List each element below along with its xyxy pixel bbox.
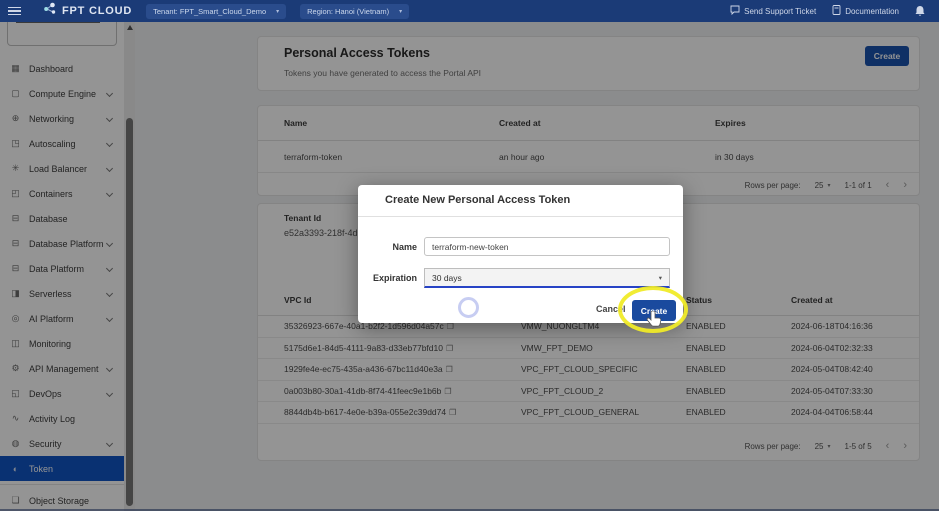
chevron-down-icon: ▾ xyxy=(276,8,279,15)
app-window: FPT CLOUD Tenant: FPT_Smart_Cloud_Demo ▾… xyxy=(0,0,939,511)
document-icon xyxy=(832,5,841,17)
send-support-ticket-link[interactable]: Send Support Ticket xyxy=(730,5,816,17)
chevron-down-icon: ▾ xyxy=(659,274,662,282)
molecule-logo-icon xyxy=(43,2,58,20)
create-token-modal: Create New Personal Access Token Name Ex… xyxy=(358,185,683,323)
expiration-selected-value: 30 days xyxy=(432,273,462,283)
modal-divider xyxy=(358,216,683,217)
name-field-label: Name xyxy=(358,242,417,252)
region-label: Region: Hanoi (Vietnam) xyxy=(307,7,389,16)
tenant-label: Tenant: FPT_Smart_Cloud_Demo xyxy=(153,7,266,16)
expiration-field-label: Expiration xyxy=(358,273,417,283)
top-navbar: FPT CLOUD Tenant: FPT_Smart_Cloud_Demo ▾… xyxy=(0,0,939,22)
modal-create-button[interactable]: Create xyxy=(632,300,676,321)
notifications-bell-icon[interactable] xyxy=(915,6,925,17)
expiration-select[interactable]: 30 days ▾ xyxy=(424,268,670,288)
loading-spinner xyxy=(458,297,479,318)
logo-text: FPT CLOUD xyxy=(62,5,132,17)
cancel-button[interactable]: Cancel xyxy=(596,304,626,314)
tenant-selector[interactable]: Tenant: FPT_Smart_Cloud_Demo ▾ xyxy=(146,4,286,19)
documentation-link[interactable]: Documentation xyxy=(832,5,899,17)
hamburger-menu-icon[interactable] xyxy=(8,5,21,18)
documentation-label: Documentation xyxy=(845,7,899,16)
support-label: Send Support Ticket xyxy=(744,7,816,16)
modal-title: Create New Personal Access Token xyxy=(385,194,570,206)
chevron-down-icon: ▾ xyxy=(399,8,402,15)
fpt-cloud-logo: FPT CLOUD xyxy=(43,2,132,20)
region-selector[interactable]: Region: Hanoi (Vietnam) ▾ xyxy=(300,4,409,19)
support-chat-icon xyxy=(730,5,740,17)
token-name-input[interactable] xyxy=(424,237,670,256)
